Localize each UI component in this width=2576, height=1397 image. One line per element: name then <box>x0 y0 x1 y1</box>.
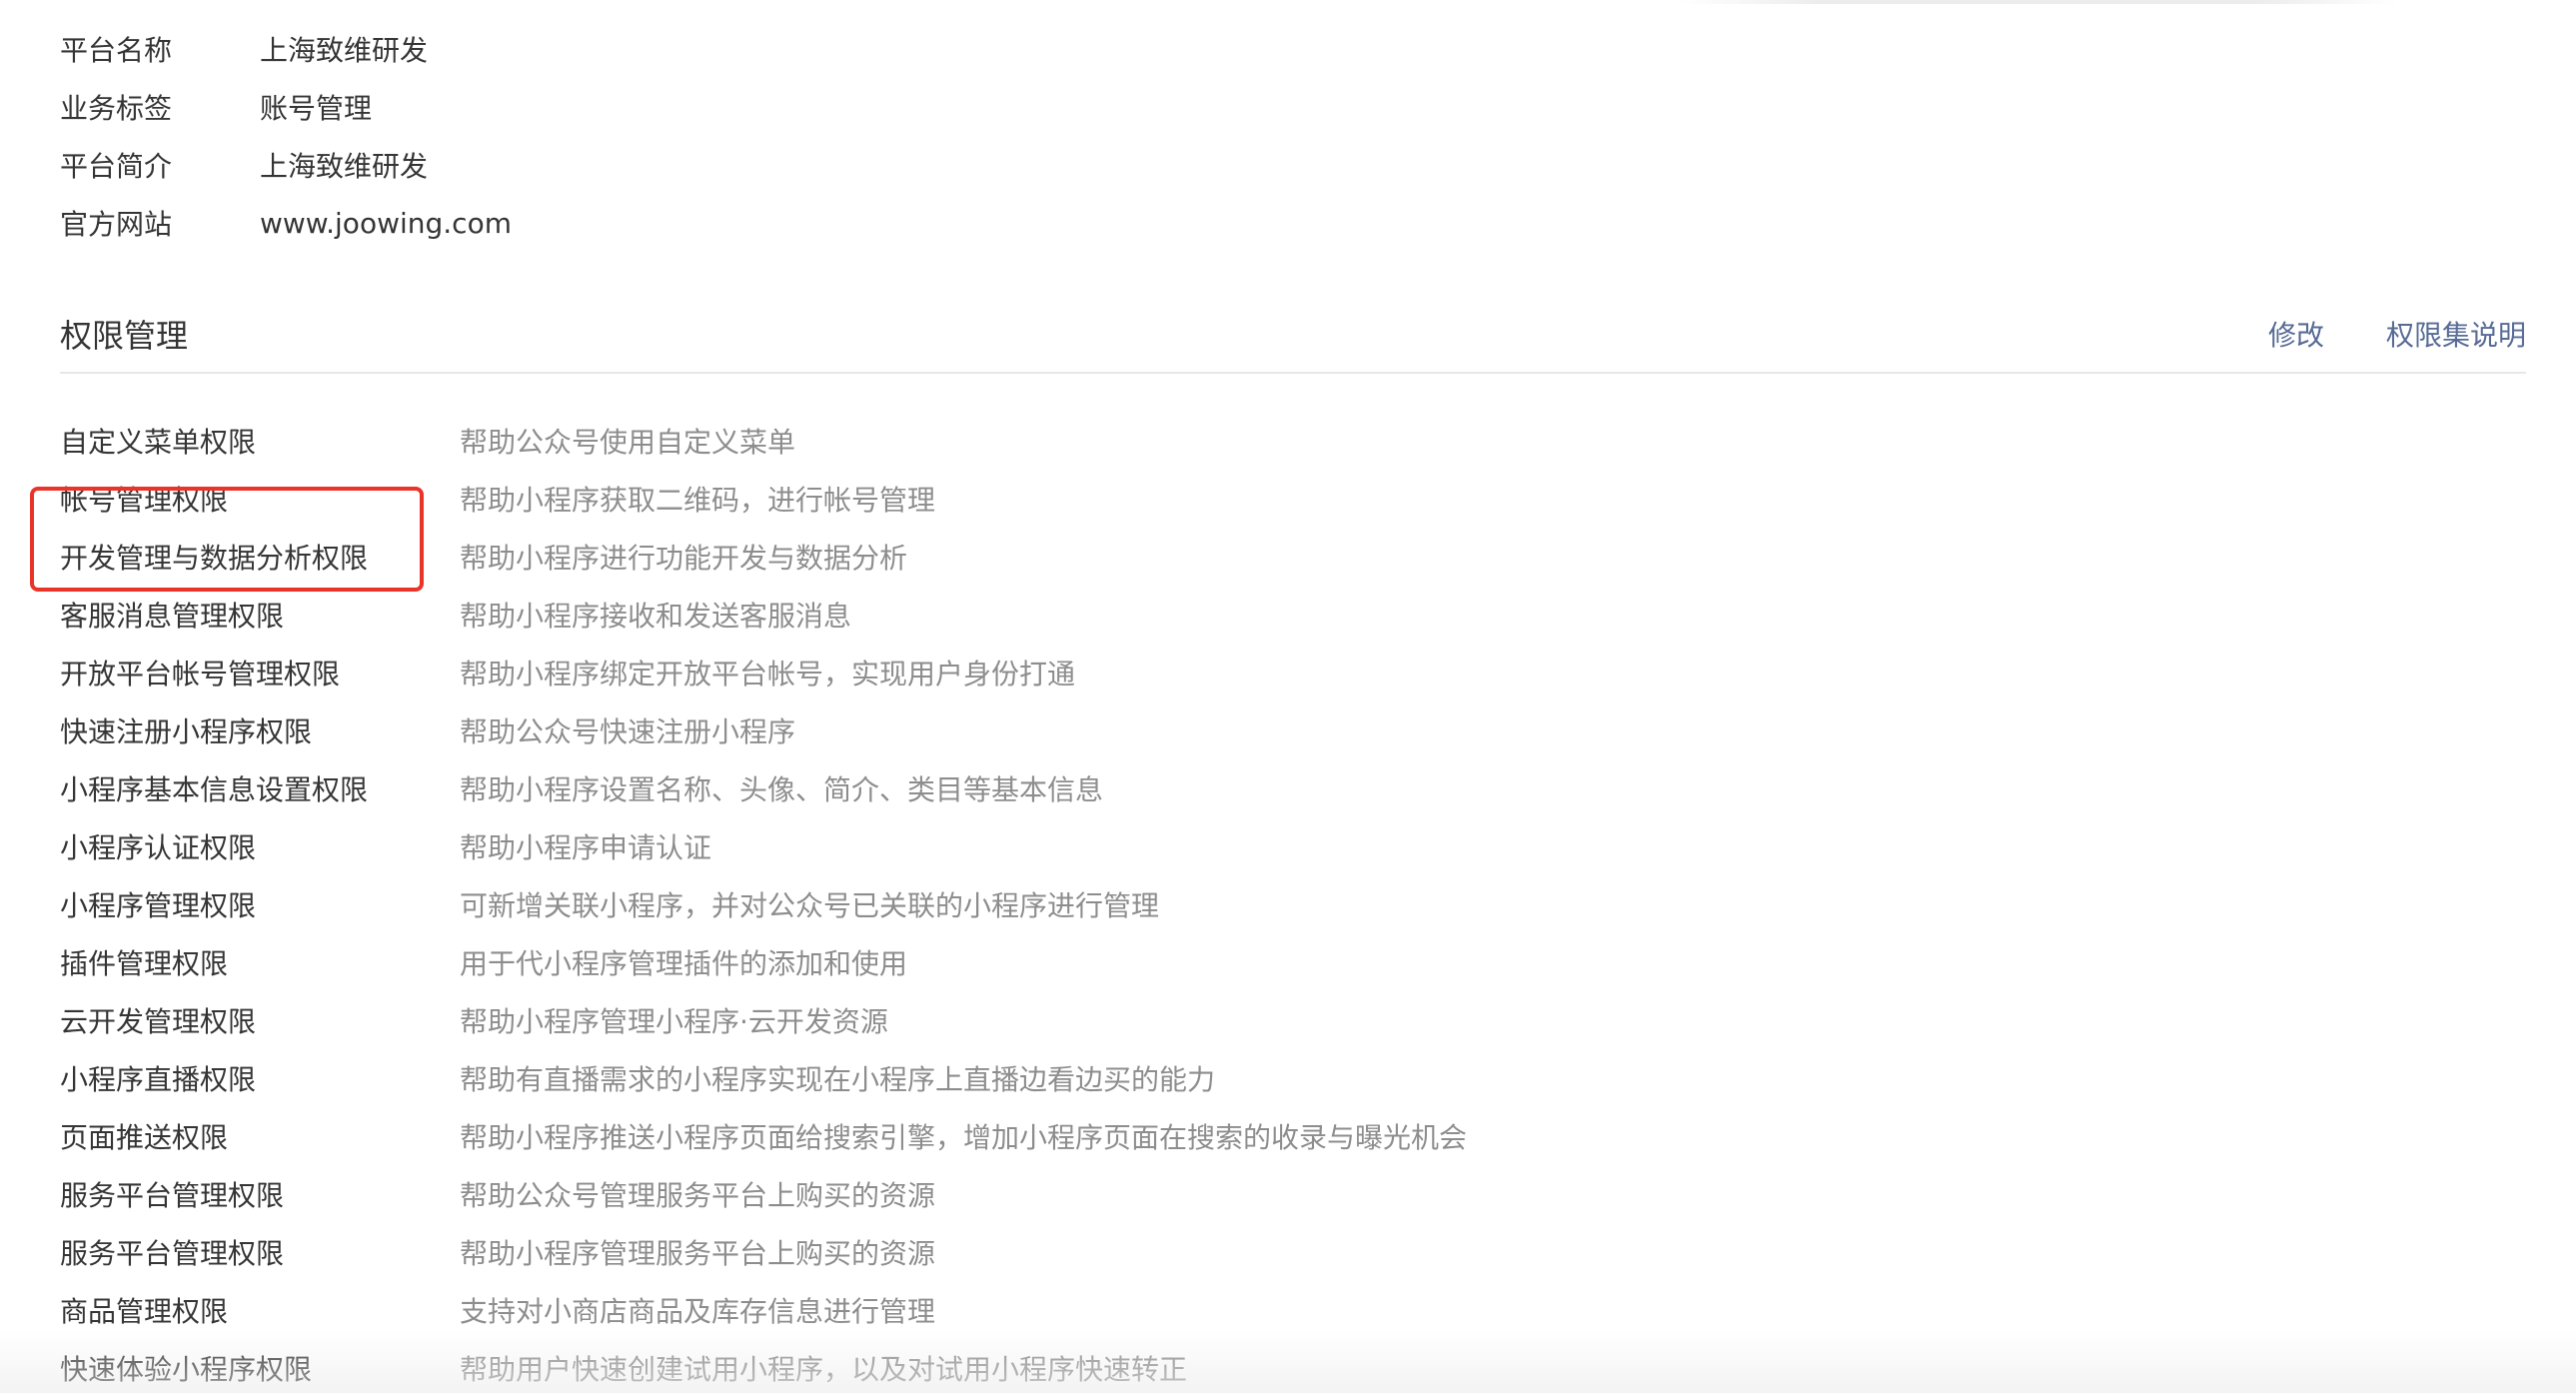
permission-name: 商品管理权限 <box>60 1295 229 1328</box>
permission-description: 帮助公众号使用自定义菜单 <box>460 426 796 459</box>
info-value: 上海致维研发 <box>260 34 429 67</box>
section-actions: 修改 权限集说明 <box>2268 310 2526 362</box>
permission-row: 开发管理与数据分析权限 帮助小程序进行功能开发与数据分析 <box>60 528 2458 586</box>
permission-row: 小程序基本信息设置权限 帮助小程序设置名称、头像、简介、类目等基本信息 <box>60 759 2458 817</box>
permission-row: 小程序认证权限 帮助小程序申请认证 <box>60 817 2458 875</box>
info-row-intro: 平台简介 上海致维研发 <box>60 136 1259 194</box>
permission-list: 自定义菜单权限 帮助公众号使用自定义菜单帐号管理权限 帮助小程序获取二维码，进行帐号… <box>60 412 2458 1397</box>
permission-row: 小程序直播权限 帮助有直播需求的小程序实现在小程序上直播边看边买的能力 <box>60 1049 2458 1107</box>
permission-row: 服务平台管理权限 帮助小程序管理服务平台上购买的资源 <box>60 1223 2458 1281</box>
page: 平台名称 上海致维研发 业务标签 账号管理 平台简介 上海致维研发 官方网站 w… <box>0 0 2576 1393</box>
permission-name: 云开发管理权限 <box>60 1005 257 1038</box>
permission-description: 帮助公众号管理服务平台上购买的资源 <box>460 1179 936 1212</box>
permission-description: 帮助小程序推送小程序页面给搜索引擎，增加小程序页面在搜索的收录与曝光机会 <box>460 1121 1468 1154</box>
permission-set-explain-link[interactable]: 权限集说明 <box>2386 310 2526 362</box>
info-row-tag: 业务标签 账号管理 <box>60 78 1259 136</box>
permission-description: 帮助小程序接收和发送客服消息 <box>460 600 852 633</box>
website-value: www.joowing.com <box>260 206 512 240</box>
permissions-section-header: 权限管理 修改 权限集说明 <box>60 310 2526 374</box>
permission-description: 帮助用户快速创建试用小程序，以及对试用小程序快速转正 <box>460 1353 1188 1386</box>
permission-row: 快速体验小程序权限 帮助用户快速创建试用小程序，以及对试用小程序快速转正 <box>60 1339 2458 1397</box>
permission-description: 帮助小程序管理小程序·云开发资源 <box>460 1005 888 1038</box>
permission-description: 用于代小程序管理插件的添加和使用 <box>460 947 908 980</box>
permission-name: 服务平台管理权限 <box>60 1237 285 1270</box>
section-title: 权限管理 <box>60 317 189 355</box>
platform-info-list: 平台名称 上海致维研发 业务标签 账号管理 平台简介 上海致维研发 官方网站 w… <box>60 20 1259 252</box>
permission-name: 开放平台帐号管理权限 <box>60 658 341 691</box>
permission-name: 小程序直播权限 <box>60 1063 257 1096</box>
permission-name: 开发管理与数据分析权限 <box>60 542 369 575</box>
edit-link[interactable]: 修改 <box>2268 310 2324 362</box>
permission-row: 帐号管理权限 帮助小程序获取二维码，进行帐号管理 <box>60 470 2458 528</box>
permission-name: 服务平台管理权限 <box>60 1179 285 1212</box>
permission-name: 小程序管理权限 <box>60 889 257 922</box>
permission-description: 帮助有直播需求的小程序实现在小程序上直播边看边买的能力 <box>460 1063 1216 1096</box>
permission-description: 帮助公众号快速注册小程序 <box>460 715 796 748</box>
permission-description: 帮助小程序管理服务平台上购买的资源 <box>460 1237 936 1270</box>
info-label: 业务标签 <box>60 92 173 125</box>
permission-description: 帮助小程序获取二维码，进行帐号管理 <box>460 484 936 517</box>
info-row-name: 平台名称 上海致维研发 <box>60 20 1259 78</box>
permission-row: 插件管理权限 用于代小程序管理插件的添加和使用 <box>60 933 2458 991</box>
permission-description: 帮助小程序进行功能开发与数据分析 <box>460 542 908 575</box>
info-value: 账号管理 <box>260 92 373 125</box>
info-label: 平台名称 <box>60 34 173 67</box>
permission-row: 云开发管理权限 帮助小程序管理小程序·云开发资源 <box>60 991 2458 1049</box>
info-label: 官方网站 <box>60 208 173 241</box>
permission-name: 快速体验小程序权限 <box>60 1353 313 1386</box>
permission-name: 小程序认证权限 <box>60 831 257 864</box>
permission-name: 客服消息管理权限 <box>60 600 285 633</box>
permission-name: 帐号管理权限 <box>60 484 229 517</box>
permission-description: 支持对小商店商品及库存信息进行管理 <box>460 1295 936 1328</box>
scroll-shadow <box>1679 0 2398 4</box>
permission-row: 服务平台管理权限 帮助公众号管理服务平台上购买的资源 <box>60 1165 2458 1223</box>
permission-description: 帮助小程序绑定开放平台帐号，实现用户身份打通 <box>460 658 1076 691</box>
info-row-website: 官方网站 www.joowing.com <box>60 194 1259 252</box>
permission-row: 页面推送权限 帮助小程序推送小程序页面给搜索引擎，增加小程序页面在搜索的收录与曝光… <box>60 1107 2458 1165</box>
permission-name: 小程序基本信息设置权限 <box>60 773 369 806</box>
permission-name: 自定义菜单权限 <box>60 426 257 459</box>
permission-name: 页面推送权限 <box>60 1121 229 1154</box>
permission-description: 帮助小程序申请认证 <box>460 831 712 864</box>
info-value: 上海致维研发 <box>260 150 429 183</box>
permission-description: 可新增关联小程序，并对公众号已关联的小程序进行管理 <box>460 889 1160 922</box>
permission-row: 小程序管理权限 可新增关联小程序，并对公众号已关联的小程序进行管理 <box>60 875 2458 933</box>
permission-row: 开放平台帐号管理权限 帮助小程序绑定开放平台帐号，实现用户身份打通 <box>60 644 2458 701</box>
permission-row: 快速注册小程序权限 帮助公众号快速注册小程序 <box>60 701 2458 759</box>
permission-row: 商品管理权限 支持对小商店商品及库存信息进行管理 <box>60 1281 2458 1339</box>
permission-description: 帮助小程序设置名称、头像、简介、类目等基本信息 <box>460 773 1104 806</box>
permission-row: 客服消息管理权限 帮助小程序接收和发送客服消息 <box>60 586 2458 644</box>
permission-name: 插件管理权限 <box>60 947 229 980</box>
info-label: 平台简介 <box>60 150 173 183</box>
permission-name: 快速注册小程序权限 <box>60 715 313 748</box>
permission-row: 自定义菜单权限 帮助公众号使用自定义菜单 <box>60 412 2458 470</box>
